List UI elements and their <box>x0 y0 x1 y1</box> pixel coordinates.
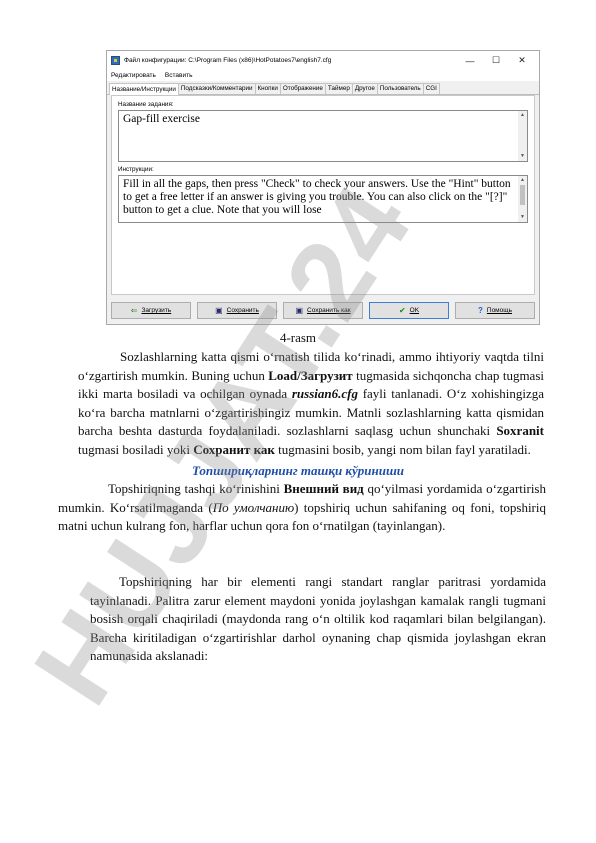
menu-edit[interactable]: Редактировать <box>111 72 156 79</box>
floppy-icon: ▣ <box>295 306 303 315</box>
exercise-name-field[interactable]: Gap-fill exercise ▲ ▼ <box>118 110 528 162</box>
bold-term: Soxranit <box>496 423 544 438</box>
instructions-field[interactable]: Fill in all the gaps, then press "Check"… <box>118 175 528 223</box>
paragraph-palette: Topshiriqning har bir elementi rangi sta… <box>90 574 546 663</box>
load-icon: ⇐ <box>130 306 138 315</box>
menu-insert[interactable]: Вставить <box>165 72 193 79</box>
instructions-scrollbar[interactable]: ▲ ▼ <box>518 176 527 222</box>
bold-term: Load/Загрузит <box>268 367 353 383</box>
name-scrollbar[interactable]: ▲ ▼ <box>518 111 527 161</box>
tab-other[interactable]: Другое <box>351 83 378 94</box>
exercise-name-value: Gap-fill exercise <box>123 113 200 125</box>
scroll-down-icon[interactable]: ▼ <box>518 213 527 222</box>
load-button[interactable]: ⇐ Загрузить <box>111 302 191 319</box>
scroll-down-icon[interactable]: ▼ <box>518 152 527 161</box>
maximize-icon[interactable]: ☐ <box>483 51 509 70</box>
tab-hints[interactable]: Подсказки/Комментарии <box>177 83 256 94</box>
menu-bar: Редактировать Вставить <box>107 70 539 81</box>
paragraph-language-settings: Sozlashlarning katta qismi o‘rnatish til… <box>78 348 544 459</box>
checkmark-icon: ✔ <box>398 306 406 315</box>
text-run: tugmasi bosiladi yoki <box>78 441 194 457</box>
scroll-up-icon[interactable]: ▲ <box>518 111 527 120</box>
help-button[interactable]: ? Помощь <box>455 302 535 319</box>
bold-term: Внешний вид <box>283 481 364 496</box>
save-button[interactable]: ▣ Сохранить <box>197 302 277 319</box>
floppy-icon: ▣ <box>215 306 223 315</box>
tab-user[interactable]: Пользователь <box>376 83 424 94</box>
ok-button-label: OK <box>409 307 420 314</box>
save-as-button[interactable]: ▣ Сохранить как <box>283 302 363 319</box>
text-run: tugmasini bosib, yangi nom bilan fayl ya… <box>274 441 531 457</box>
save-as-button-label: Сохранить как <box>307 307 351 314</box>
dialog-buttons: ⇐ Загрузить ▣ Сохранить ▣ Сохранить как … <box>111 302 535 320</box>
app-icon <box>111 56 120 65</box>
save-button-label: Сохранить <box>226 307 259 314</box>
name-label: Название задания: <box>118 101 174 108</box>
instructions-label: Инструкции: <box>118 166 154 173</box>
tab-appearance[interactable]: Отображение <box>279 83 326 94</box>
bold-term: Сохранит как <box>193 441 275 457</box>
tab-timer[interactable]: Таймер <box>324 83 353 94</box>
scroll-up-icon[interactable]: ▲ <box>518 176 527 185</box>
tab-panel: Название задания: Gap-fill exercise ▲ ▼ … <box>111 95 535 295</box>
ok-button[interactable]: ✔ OK <box>369 302 449 319</box>
instructions-value: Fill in all the gaps, then press "Check"… <box>123 178 511 216</box>
minimize-icon[interactable]: — <box>457 51 483 70</box>
dialog-title: Файл конфигурации: C:\Program Files (x86… <box>124 57 332 64</box>
section-heading: Топшириқларнинг ташқи кўриниши <box>191 463 405 478</box>
figure-caption: 4-rasm <box>279 330 317 345</box>
config-dialog-screenshot: Файл конфигурации: C:\Program Files (x86… <box>106 50 540 325</box>
load-button-label: Загрузить <box>141 307 172 314</box>
scroll-thumb[interactable] <box>520 185 525 205</box>
text-run: Topshiriqning tashqi ko‘rinishini <box>108 481 284 496</box>
paragraph-appearance: Topshiriqning tashqi ko‘rinishini Внешни… <box>58 480 546 536</box>
italic-term: По умолчанию <box>212 499 295 515</box>
tab-buttons[interactable]: Кнопки <box>254 83 281 94</box>
tab-title-instructions[interactable]: Название/Инструкции <box>109 83 179 95</box>
close-icon[interactable]: ✕ <box>509 51 535 70</box>
help-button-label: Помощь <box>486 307 512 314</box>
dialog-titlebar: Файл конфигурации: C:\Program Files (x86… <box>107 51 539 70</box>
file-name: russian6.cfg <box>291 386 358 401</box>
tab-strip: Название/Инструкции Подсказки/Комментари… <box>107 82 539 95</box>
window-controls: — ☐ ✕ <box>457 51 535 70</box>
tab-cgi[interactable]: CGI <box>422 83 440 94</box>
help-icon: ? <box>478 306 483 315</box>
